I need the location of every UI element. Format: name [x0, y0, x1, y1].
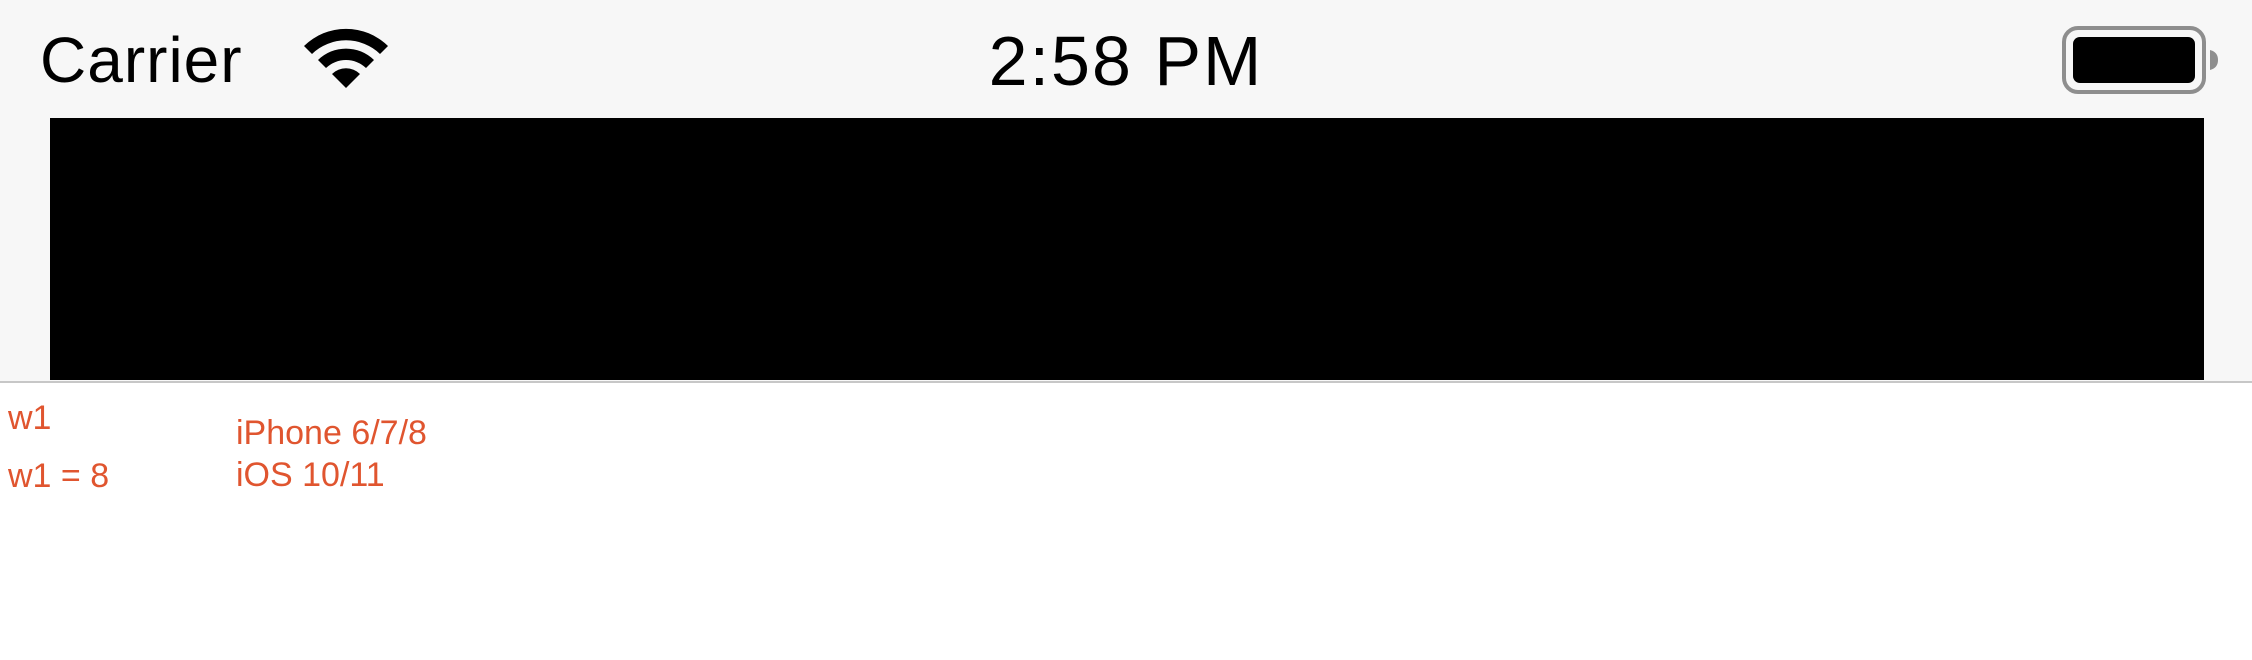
w1-value: w1 = 8 — [8, 457, 110, 495]
battery-full-icon — [2060, 24, 2220, 96]
w1-label: w1 — [8, 399, 52, 437]
os-version: iOS 10/11 — [236, 456, 385, 494]
status-bar: Carrier 2:58 PM — [0, 0, 2252, 383]
clock: 2:58 PM — [988, 22, 1264, 100]
navigation-bar-placeholder — [50, 118, 2204, 380]
device-name: iPhone 6/7/8 — [236, 414, 427, 452]
phone-screen: Carrier 2:58 PM w1 w1 = 8 iPhone 6/7/8 i… — [0, 0, 2252, 660]
